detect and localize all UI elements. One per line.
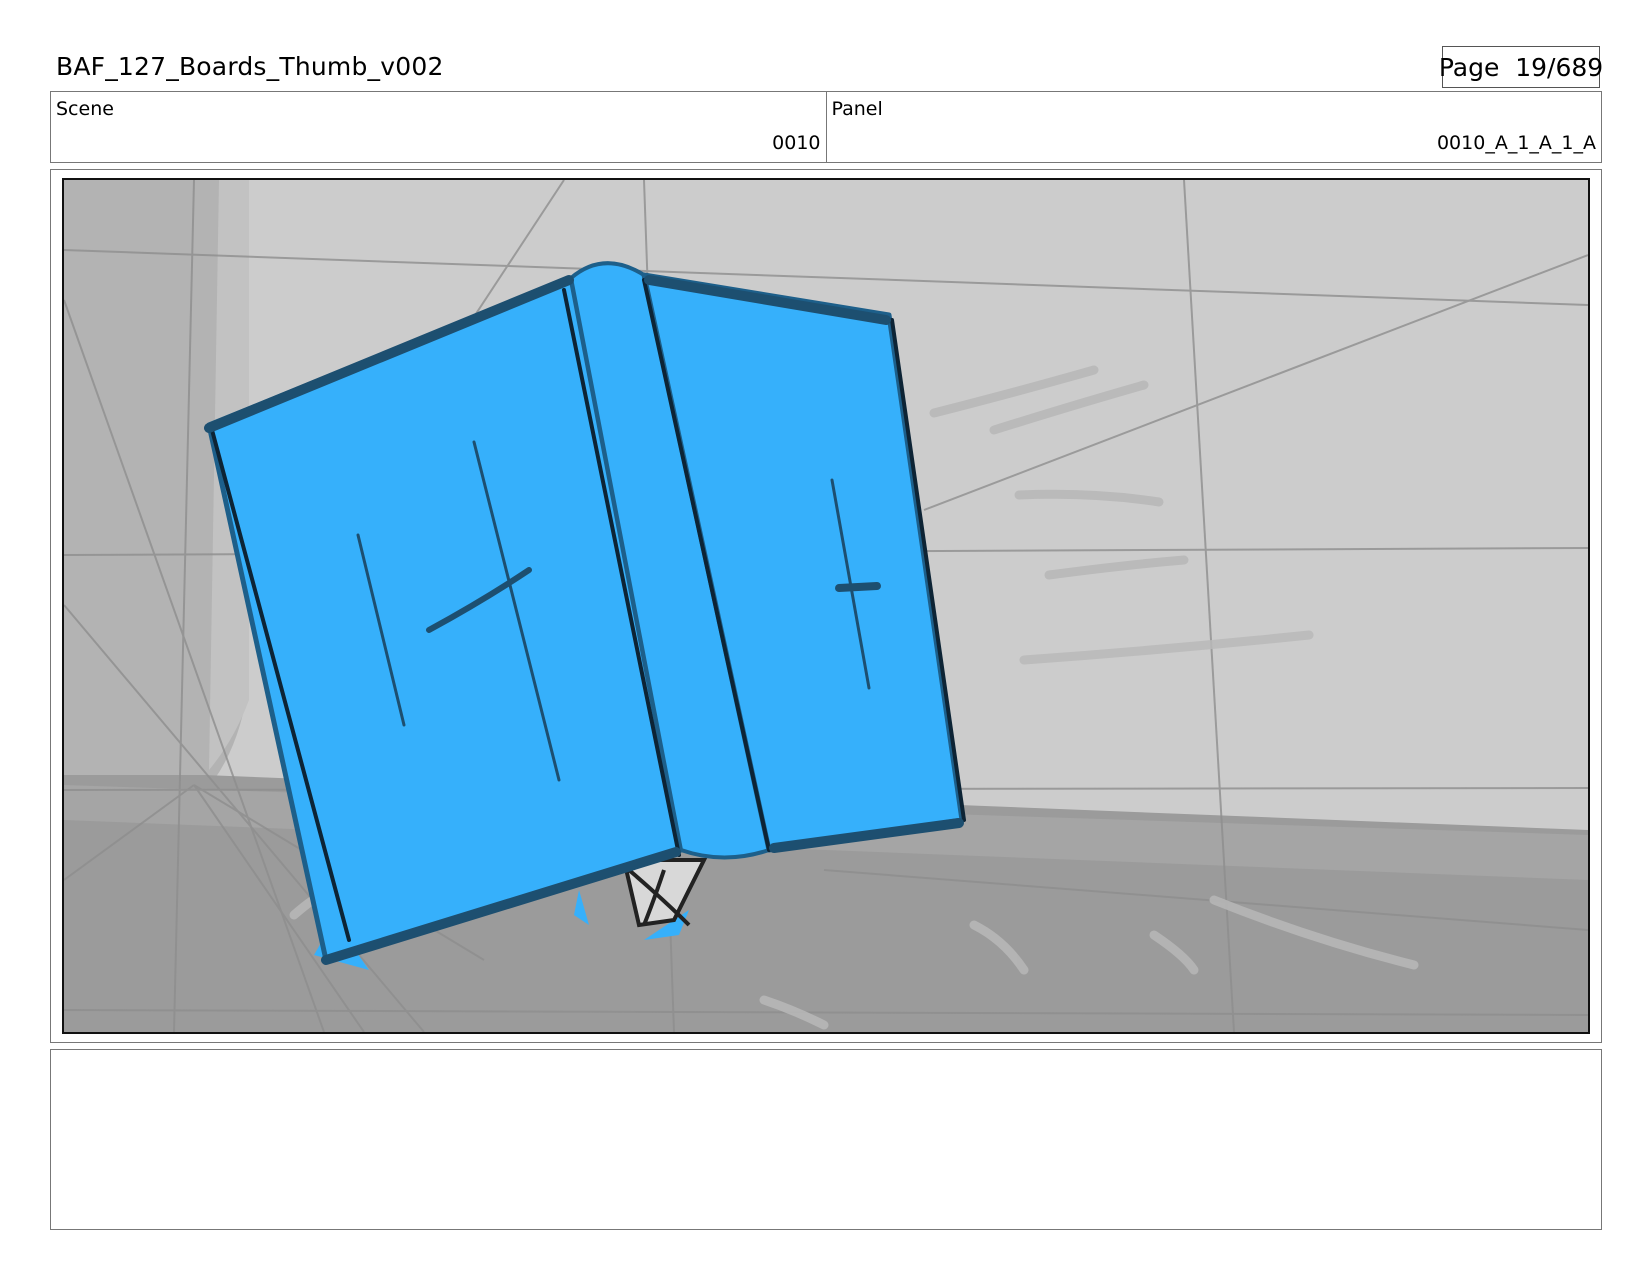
panel-value: 0010_A_1_A_1_A [1436,132,1596,154]
scene-value: 0010 [772,132,821,154]
page-label: Page [1438,52,1500,82]
storyboard-frame [50,169,1602,1043]
page-number: 19/689 [1515,52,1604,82]
scene-cell: Scene 0010 [51,92,826,162]
panel-cell: Panel 0010_A_1_A_1_A [825,92,1602,162]
info-row: Scene 0010 Panel 0010_A_1_A_1_A [50,91,1602,163]
document-title: BAF_127_Boards_Thumb_v002 [56,52,444,81]
panel-label: Panel [831,98,883,120]
page-indicator: Page 19/689 [1438,46,1604,88]
notes-box [50,1049,1602,1230]
scene-label: Scene [56,98,114,120]
storyboard-panel-image [62,178,1590,1034]
